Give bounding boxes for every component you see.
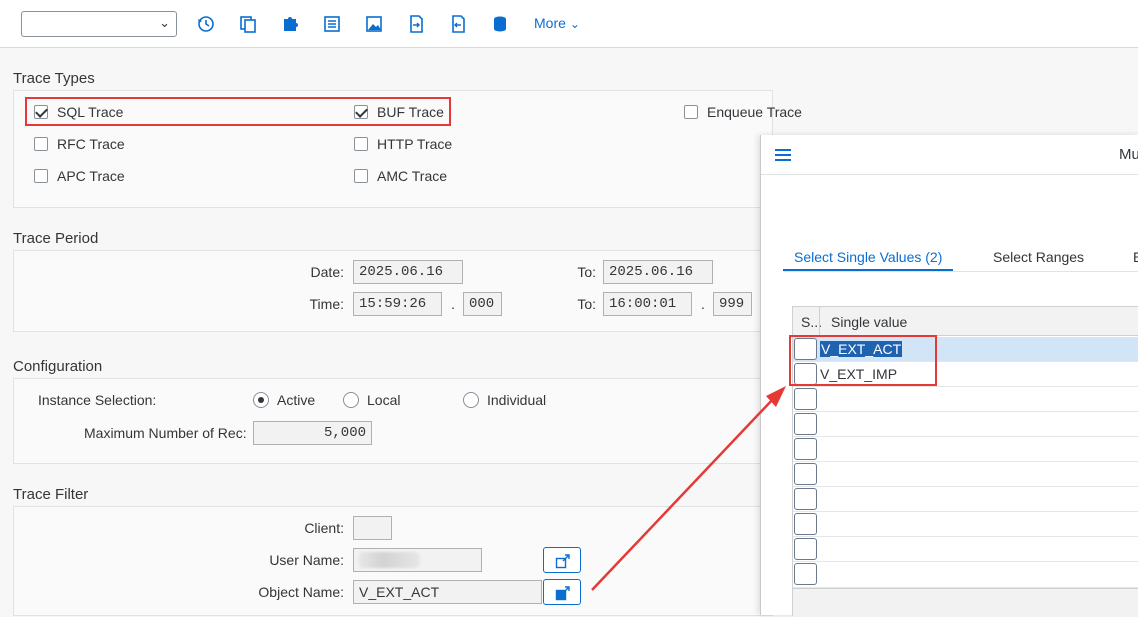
annotation-arrow xyxy=(591,386,786,591)
